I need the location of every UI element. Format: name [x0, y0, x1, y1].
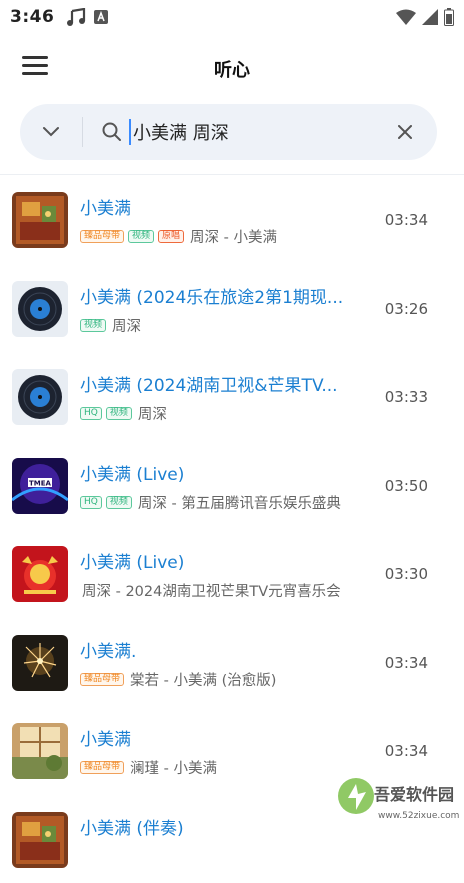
search-divider: [82, 117, 83, 147]
search-source-dropdown[interactable]: [20, 104, 82, 160]
svg-text:www.52zixue.com: www.52zixue.com: [378, 811, 459, 821]
song-title: 小美满 (Live): [80, 548, 184, 573]
song-row[interactable]: 小美满臻品母带视频原唱周深 - 小美满 03:34: [0, 175, 464, 264]
search-input[interactable]: [129, 119, 383, 145]
cover-art: [12, 369, 68, 425]
cover-art: [12, 812, 68, 868]
watermark-logo: 吾爱软件园 www.52zixue.com: [334, 764, 464, 824]
quality-badge: HQ: [80, 407, 102, 420]
app-bar: 听心: [0, 40, 464, 94]
battery-icon: [444, 8, 454, 26]
song-meta: HQ 视频周深: [80, 403, 167, 424]
song-meta: 周深 - 2024湖南卫视芒果TV元宵喜乐会: [80, 580, 341, 601]
search-icon: [101, 121, 123, 143]
close-icon: [398, 125, 412, 139]
song-title: 小美满: [80, 725, 131, 750]
song-artist: 棠若 - 小美满 (治愈版): [130, 669, 276, 690]
song-duration: 03:50: [385, 477, 428, 495]
song-duration: 03:34: [385, 211, 428, 229]
cover-art: TMEA: [12, 458, 68, 514]
quality-badge: HQ: [80, 496, 102, 509]
quality-badge: 原唱: [158, 230, 184, 243]
status-bar: 3:46: [0, 0, 464, 34]
song-artist: 周深 - 小美满: [190, 226, 277, 247]
song-duration: 03:30: [385, 565, 428, 583]
quality-badge: 臻品母带: [80, 761, 124, 774]
quality-badge: 视频: [106, 496, 132, 509]
chevron-down-icon: [42, 126, 60, 138]
song-duration: 03:26: [385, 300, 428, 318]
cover-art: [12, 635, 68, 691]
svg-text:TMEA: TMEA: [29, 479, 52, 487]
song-artist: 周深: [138, 403, 167, 424]
search-bar: [20, 104, 437, 160]
svg-text:吾爱软件园: 吾爱软件园: [374, 785, 454, 804]
song-meta: 视频周深: [80, 315, 141, 336]
status-notification-icons: [66, 8, 108, 26]
clear-search-button[interactable]: [383, 110, 427, 154]
page-title: 听心: [0, 56, 464, 82]
status-system-icons: [396, 8, 454, 26]
song-duration: 03:33: [385, 388, 428, 406]
song-meta: 臻品母带棠若 - 小美满 (治愈版): [80, 669, 276, 690]
song-row[interactable]: 小美满 (2024乐在旅途2第1期现... 视频周深 03:26: [0, 264, 464, 353]
signal-icon: [422, 9, 438, 25]
song-title: 小美满 (Live): [80, 460, 184, 485]
song-duration: 03:34: [385, 742, 428, 760]
quality-badge: 视频: [80, 319, 106, 332]
cover-art: [12, 546, 68, 602]
song-row[interactable]: 小美满. 臻品母带棠若 - 小美满 (治愈版) 03:34: [0, 618, 464, 707]
cover-art: [12, 192, 68, 248]
song-title: 小美满 (2024乐在旅途2第1期现...: [80, 283, 343, 308]
song-row[interactable]: 小美满 (Live) 周深 - 2024湖南卫视芒果TV元宵喜乐会 03:30: [0, 529, 464, 618]
song-artist: 周深 - 2024湖南卫视芒果TV元宵喜乐会: [82, 580, 341, 601]
song-row[interactable]: TMEA 小美满 (Live) HQ 视频周深 - 第五届腾讯音乐娱乐盛典 03:50: [0, 441, 464, 530]
status-time: 3:46: [10, 7, 54, 27]
song-title: 小美满.: [80, 637, 136, 662]
song-row[interactable]: 小美满 (2024湖南卫视&芒果TV... HQ 视频周深 03:33: [0, 352, 464, 441]
wifi-icon: [396, 9, 416, 25]
song-artist: 澜瑾 - 小美满: [130, 757, 217, 778]
quality-badge: 臻品母带: [80, 230, 124, 243]
song-title: 小美满 (2024湖南卫视&芒果TV...: [80, 371, 338, 396]
quality-badge: 视频: [106, 407, 132, 420]
quality-badge: 臻品母带: [80, 673, 124, 686]
song-title: 小美满 (伴奏): [80, 814, 184, 839]
song-meta: HQ 视频周深 - 第五届腾讯音乐娱乐盛典: [80, 492, 341, 513]
song-duration: 03:34: [385, 654, 428, 672]
app-notification-icon: [94, 10, 108, 24]
song-meta: 臻品母带澜瑾 - 小美满: [80, 757, 217, 778]
music-note-icon: [66, 8, 86, 26]
song-artist: 周深: [112, 315, 141, 336]
cover-art: [12, 281, 68, 337]
song-title: 小美满: [80, 194, 131, 219]
quality-badge: 视频: [128, 230, 154, 243]
song-artist: 周深 - 第五届腾讯音乐娱乐盛典: [138, 492, 341, 513]
cover-art: [12, 723, 68, 779]
song-meta: 臻品母带视频原唱周深 - 小美满: [80, 226, 277, 247]
